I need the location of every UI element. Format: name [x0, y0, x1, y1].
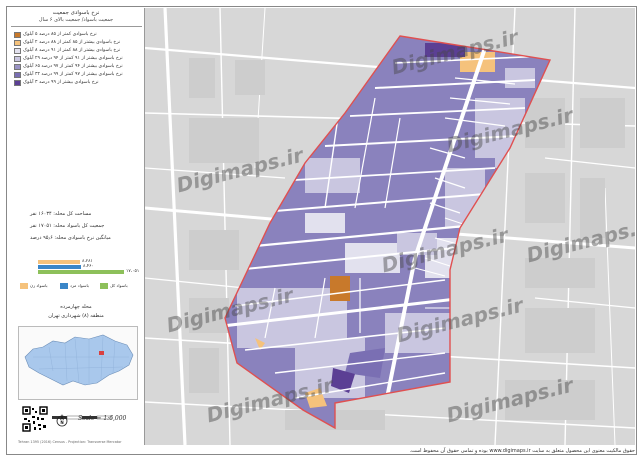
qr-code-icon	[22, 406, 48, 432]
bar-key-swatch	[20, 283, 28, 289]
bar-key-item: باسواد کل	[100, 282, 138, 291]
bar-key-swatch	[100, 283, 108, 289]
legend-title: نرخ باسوادی جمعیت	[52, 10, 100, 16]
legend-item-label: نرخ باسوادی بیشتر از ۹۱ کمتر از ۹۴ درصد …	[23, 56, 123, 61]
legend-swatch	[14, 72, 21, 78]
legend-item: نرخ باسوادی بیشتر از ۹۹ درصد ۳ آبلوک	[14, 80, 140, 88]
legend-subtitle: جمعیت باسواد/ جمعیت بالای ۶ سال	[38, 17, 114, 23]
bar-key-label: باسواد زن	[30, 283, 48, 288]
bar-value-label: ۸،۴۶۰	[83, 264, 94, 269]
stat-population: جمعیت کل باسواد محله: ۱۷۰۵۱ نفر	[30, 223, 105, 229]
legend-panel: نرخ باسوادی جمعیت جمعیت باسواد/ جمعیت با…	[8, 8, 145, 445]
svg-text:N: N	[60, 420, 63, 425]
map-credit: Tehran 1395 (2016) Census - Projection: …	[18, 440, 122, 444]
bar-key-swatch	[60, 283, 68, 289]
legend-item: نرخ باسوادی بیشتر از ۹۱ کمتر از ۹۴ درصد …	[14, 56, 140, 64]
map-sheet: نرخ باسوادی جمعیت جمعیت باسواد/ جمعیت با…	[0, 0, 643, 461]
legend-swatch	[14, 40, 21, 46]
legend-item: نرخ باسوادی بیشتر از ۹۴ کمتر از ۹۷ درصد …	[14, 64, 140, 72]
bar-key-item: باسواد مرد	[60, 282, 98, 291]
legend-item-label: نرخ باسوادی بیشتر از ۸۸ کمتر از ۹۱ درصد …	[23, 48, 121, 53]
legend-item-label: نرخ باسوادی بیشتر از ۸۵ کمتر از ۸۸ درصد …	[23, 40, 121, 45]
bar-key-label: باسواد کل	[110, 283, 128, 288]
stat-area: مساحت کل محله: ۱۶۰۳۴ نفر	[30, 211, 92, 217]
locator-marker	[99, 351, 104, 355]
legend-item: نرخ باسوادی بیشتر از ۸۵ کمتر از ۸۸ درصد …	[14, 40, 140, 48]
legend-item: نرخ باسوادی بیشتر از ۹۷ کمتر از ۹۹ درصد …	[14, 72, 140, 80]
legend-item-label: نرخ باسوادی کمتر از ۸۵ درصد ۵ آبلوک	[23, 32, 97, 37]
legend-swatch	[14, 56, 21, 62]
bar-key-item: باسواد زن	[20, 282, 58, 291]
legend-item: نرخ باسوادی بیشتر از ۸۸ کمتر از ۹۱ درصد …	[14, 48, 140, 56]
legend-item-label: نرخ باسوادی بیشتر از ۹۹ درصد ۳ آبلوک	[23, 80, 99, 85]
bar-value-label: ۱۷،۰۵۱	[126, 269, 140, 274]
scale-label: Scale = 1:6,000	[78, 415, 127, 422]
bar-mark	[38, 270, 124, 274]
tehran-outline-graphic	[24, 334, 134, 386]
legend-divider	[11, 26, 142, 27]
neighborhood-name: محله چهارمرده	[60, 304, 92, 310]
legend-swatch	[14, 64, 21, 70]
north-arrow-icon: N	[56, 412, 68, 427]
copyright-footer: حقوق مالکیت معنوی این محصول متعلق به سای…	[409, 448, 635, 454]
bar-key-label: باسواد مرد	[70, 283, 89, 288]
map-view[interactable]: Digimaps.ir Digimaps.ir Digimaps.ir Digimap…	[145, 8, 635, 445]
legend-item-label: نرخ باسوادی بیشتر از ۹۴ کمتر از ۹۷ درصد …	[23, 64, 123, 69]
legend-item-label: نرخ باسوادی بیشتر از ۹۷ کمتر از ۹۹ درصد …	[23, 72, 123, 77]
legend-swatch	[14, 32, 21, 38]
legend-swatch	[14, 80, 21, 86]
tehran-locator-map	[18, 326, 138, 400]
legend-item: نرخ باسوادی کمتر از ۸۵ درصد ۵ آبلوک	[14, 32, 140, 40]
region-name: منطقه (۸) شهرداری تهران	[48, 313, 104, 319]
legend-swatch	[14, 48, 21, 54]
bar-mark	[38, 265, 81, 269]
stat-rate: میانگین نرخ باسوادی محله: ۹۵٫۶ درصد	[30, 235, 111, 241]
bar-mark	[38, 260, 80, 264]
